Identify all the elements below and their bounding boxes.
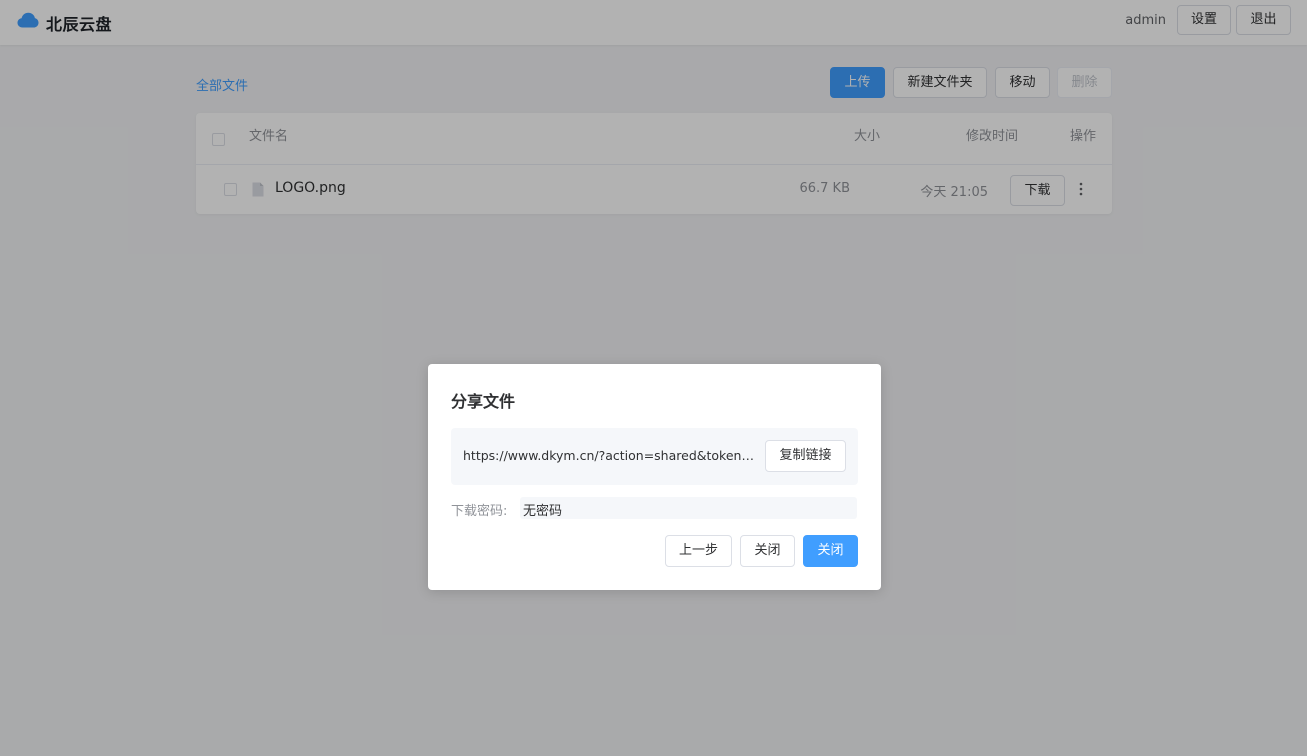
previous-step-button[interactable]: 上一步 — [665, 535, 732, 567]
download-password-label: 下载密码: — [451, 504, 508, 519]
share-link-box: https://www.dkym.cn/?action=shared&token… — [451, 428, 858, 485]
close-button[interactable]: 关闭 — [740, 535, 795, 567]
download-password-value: 无密码 — [523, 504, 563, 519]
share-link-text[interactable]: https://www.dkym.cn/?action=shared&token… — [463, 448, 759, 463]
download-password-field[interactable]: 无密码 — [520, 497, 857, 519]
share-dialog: 分享文件 https://www.dkym.cn/?action=shared&… — [428, 364, 881, 590]
dialog-title: 分享文件 — [451, 392, 516, 411]
close-primary-button[interactable]: 关闭 — [803, 535, 858, 567]
copy-link-button[interactable]: 复制链接 — [765, 440, 846, 472]
